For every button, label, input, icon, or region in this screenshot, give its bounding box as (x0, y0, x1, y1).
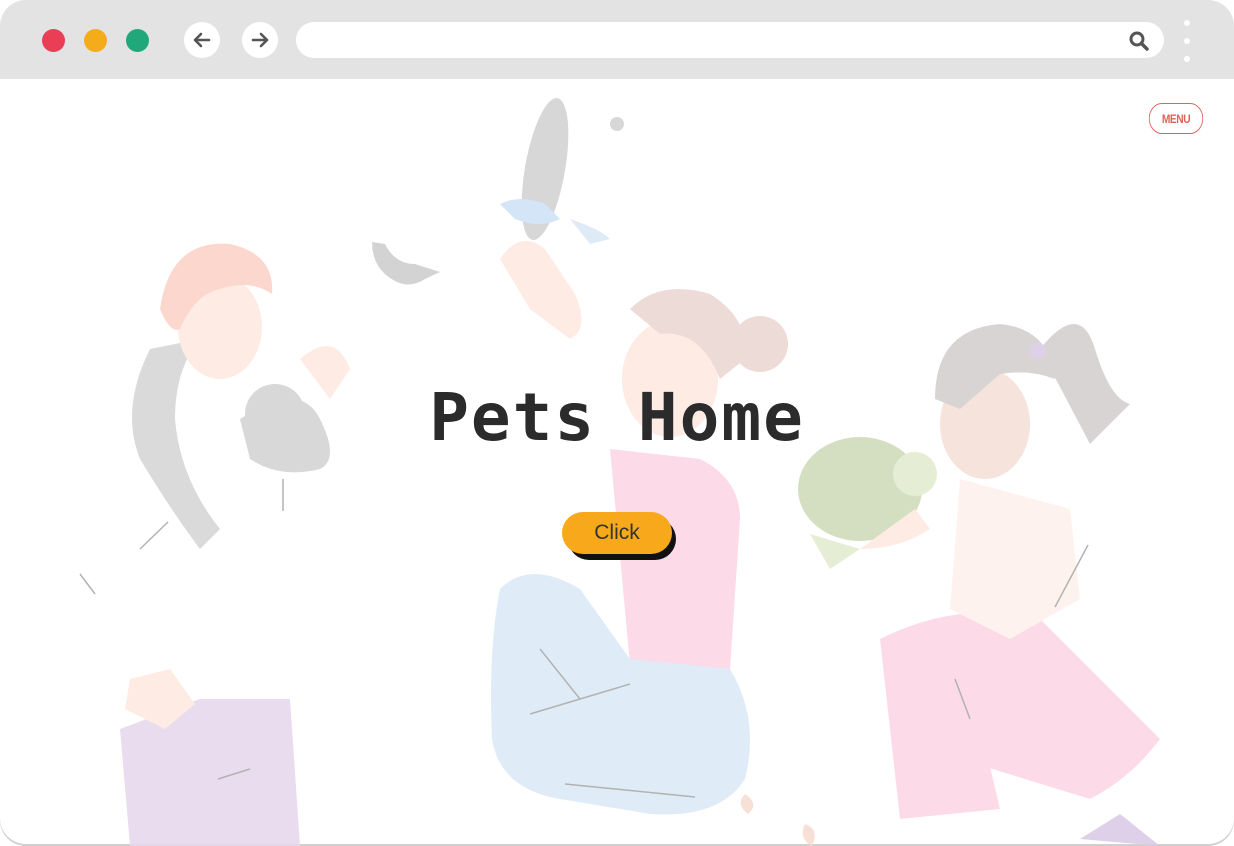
browser-window: MENU Pets Home Click (0, 0, 1234, 846)
address-bar[interactable] (296, 22, 1164, 58)
menu-button[interactable]: MENU (1148, 103, 1204, 134)
forward-button[interactable] (242, 22, 278, 58)
arrow-right-icon (251, 32, 269, 48)
page-content: MENU Pets Home Click (0, 79, 1234, 846)
minimize-window-button[interactable] (84, 29, 107, 52)
browser-titlebar (0, 0, 1234, 79)
back-button[interactable] (184, 22, 220, 58)
click-button[interactable]: Click (562, 512, 672, 554)
maximize-window-button[interactable] (126, 29, 149, 52)
pets-illustration (79, 98, 1160, 846)
kebab-menu-icon[interactable] (1178, 20, 1196, 62)
search-icon[interactable] (1128, 30, 1150, 52)
page-title: Pets Home (429, 379, 805, 456)
arrow-left-icon (193, 32, 211, 48)
click-button-wrapper: Click (562, 512, 678, 562)
close-window-button[interactable] (42, 29, 65, 52)
